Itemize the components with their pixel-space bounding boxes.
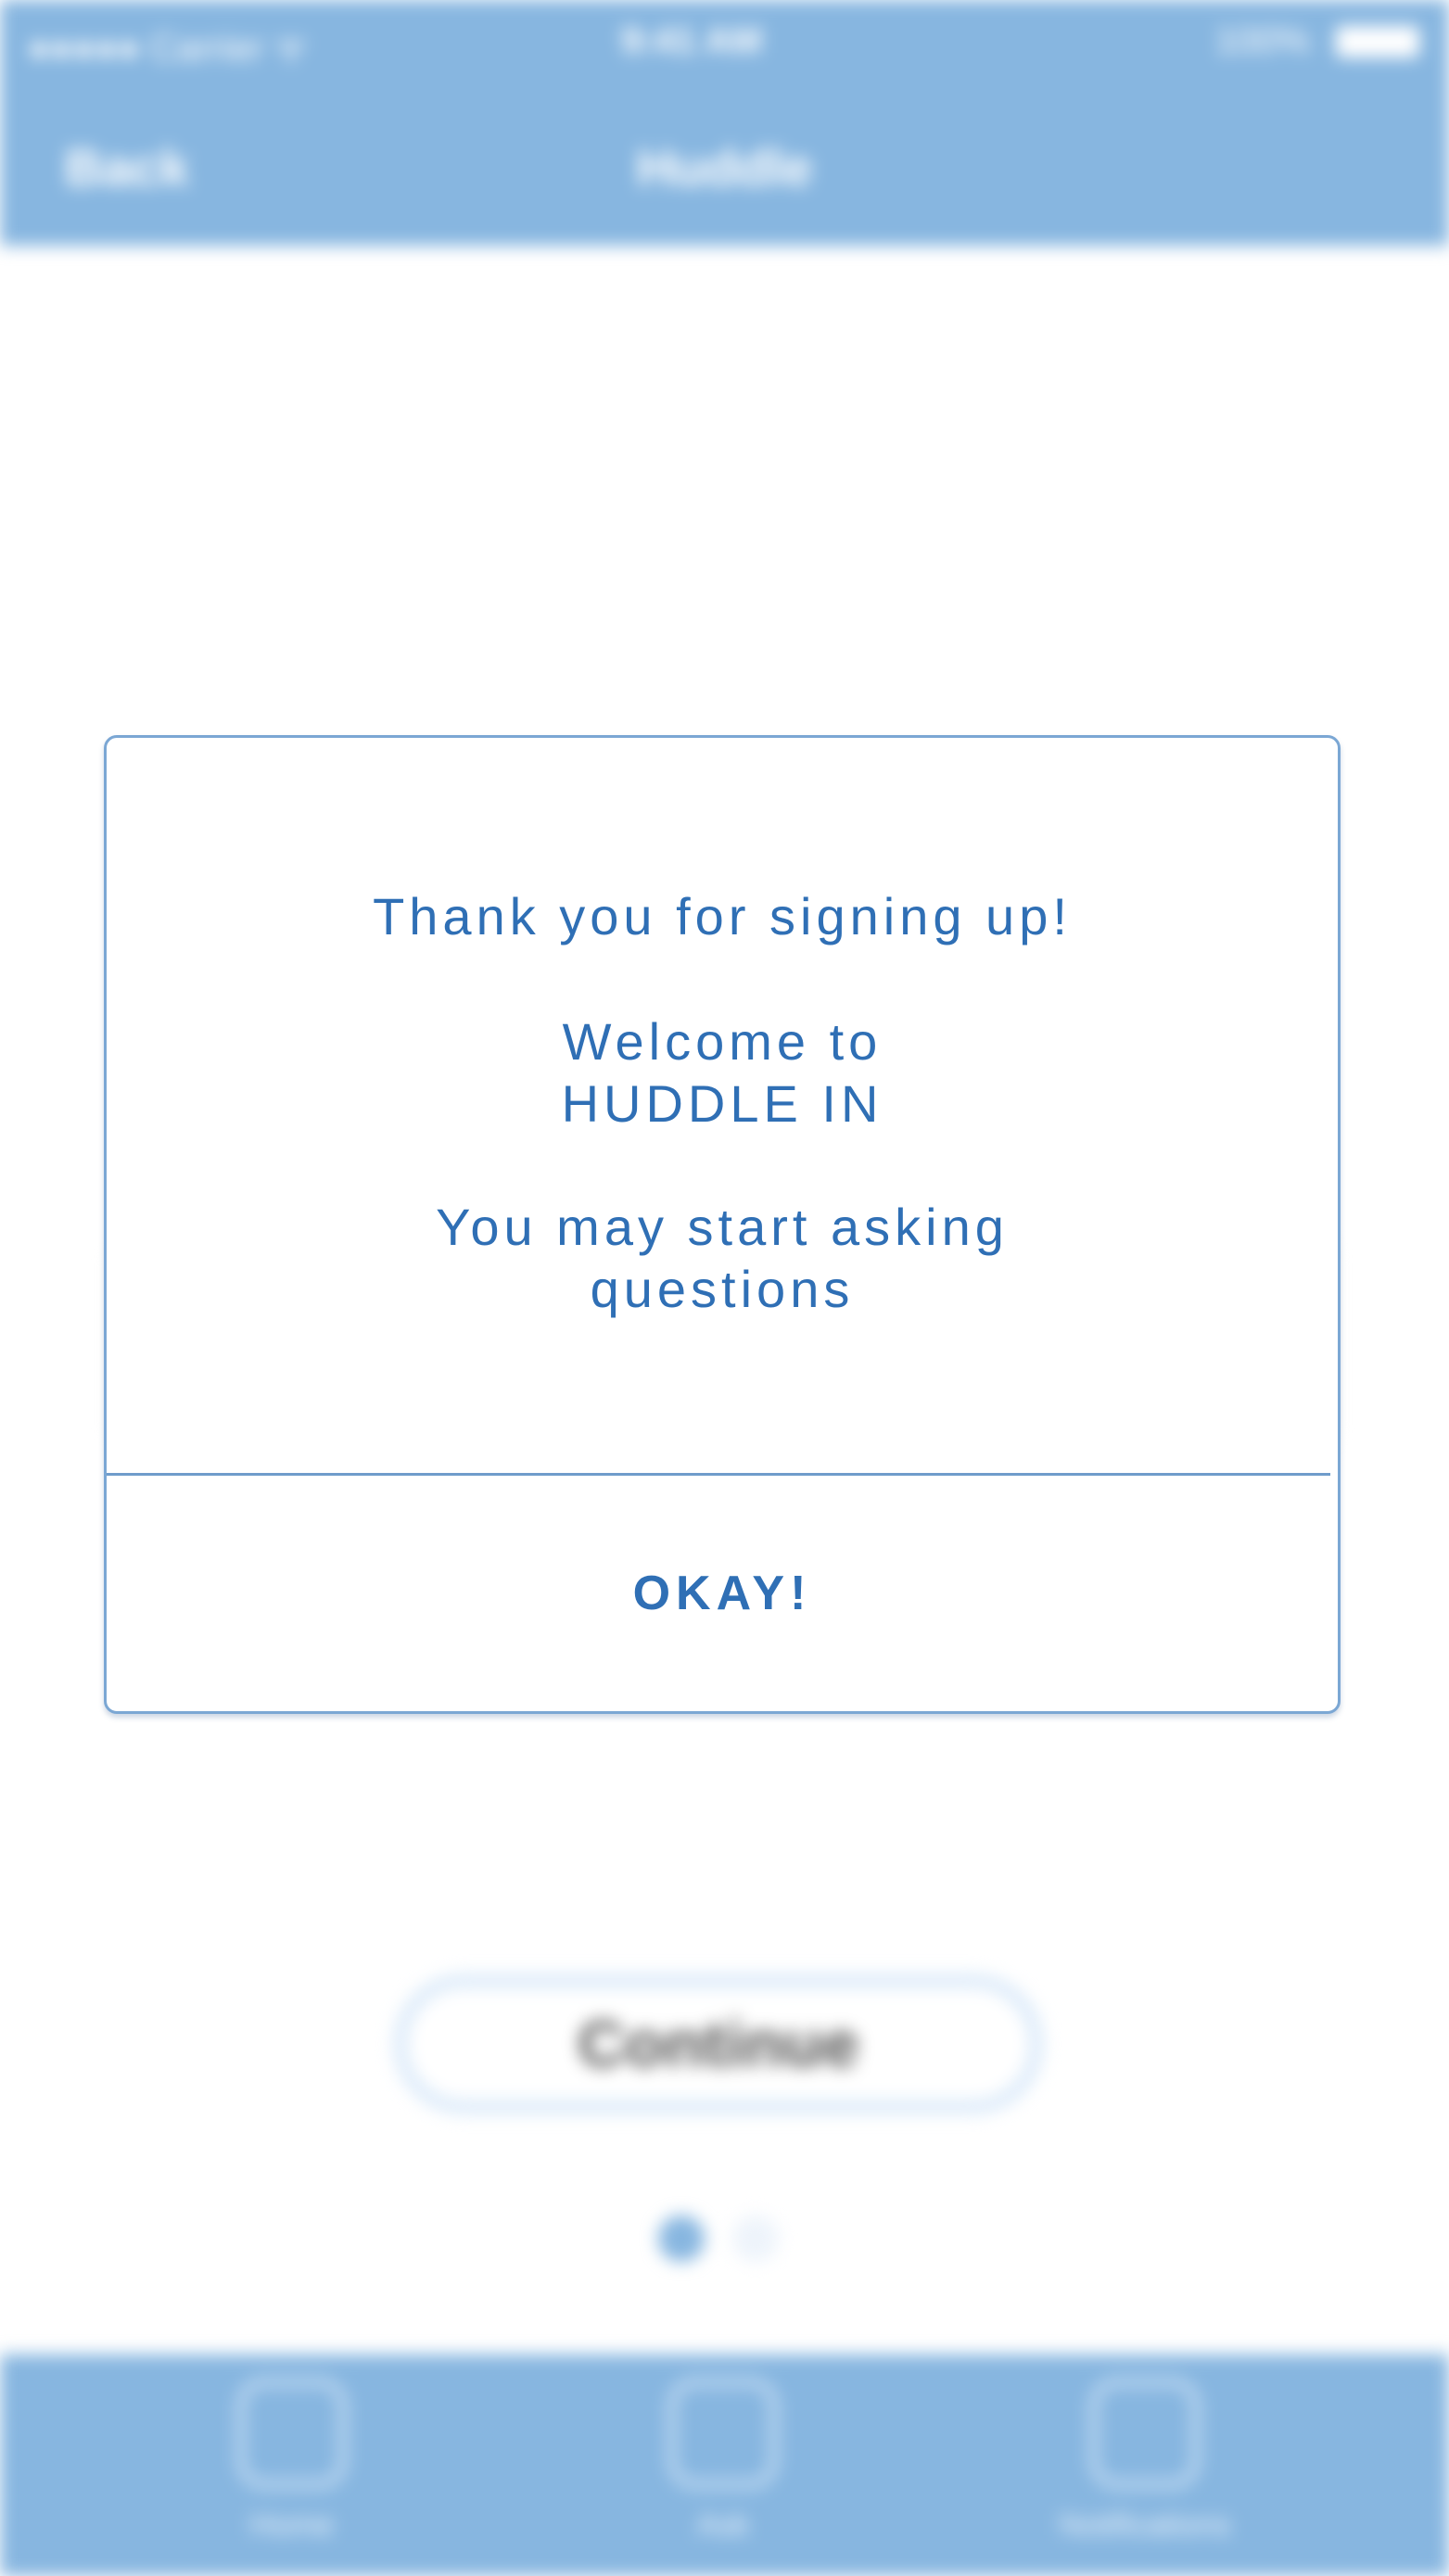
tab-home[interactable]: Home	[153, 2378, 431, 2563]
navigation-bar: Back Huddle	[0, 83, 1449, 246]
status-bar: ●●●●● Carrier ᯤ 9:41 AM 100%	[0, 0, 1449, 83]
page-dot-active	[658, 2215, 705, 2262]
okay-button[interactable]: OKAY!	[107, 1476, 1338, 1711]
status-time: 9:41 AM	[621, 20, 762, 61]
tab-label: Notifications	[1059, 2507, 1231, 2543]
signup-success-dialog: Thank you for signing up! Welcome to HUD…	[104, 735, 1341, 1714]
bell-icon	[1089, 2378, 1201, 2489]
tab-label: Home	[249, 2507, 335, 2543]
dialog-instruction-text-cont: questions	[590, 1260, 855, 1318]
tab-ask[interactable]: Ask	[584, 2378, 862, 2563]
nav-title: Huddle	[636, 138, 813, 197]
dialog-instruction-text: You may start asking	[436, 1198, 1009, 1256]
page-indicator	[649, 2215, 797, 2262]
tab-label: Ask	[696, 2507, 750, 2543]
home-icon	[236, 2378, 348, 2489]
battery-percent: 100%	[1214, 20, 1310, 61]
page-dot-inactive	[732, 2215, 779, 2262]
carrier-label: ●●●●● Carrier ᯤ	[28, 28, 308, 69]
dialog-thank-you-text: Thank you for signing up!	[373, 887, 1072, 945]
battery-icon	[1336, 26, 1419, 57]
tab-bar: Home Ask Notifications	[0, 2354, 1449, 2576]
dialog-app-name-text: HUDDLE IN	[561, 1074, 883, 1133]
continue-button[interactable]: Continue	[394, 1974, 1043, 2113]
tab-notifications[interactable]: Notifications	[1006, 2378, 1284, 2563]
screen: ●●●●● Carrier ᯤ 9:41 AM 100% Back Huddle…	[0, 0, 1449, 2576]
dialog-welcome-text: Welcome to	[562, 1012, 883, 1071]
question-icon	[667, 2378, 779, 2489]
dialog-message: Thank you for signing up! Welcome to HUD…	[107, 738, 1338, 1473]
